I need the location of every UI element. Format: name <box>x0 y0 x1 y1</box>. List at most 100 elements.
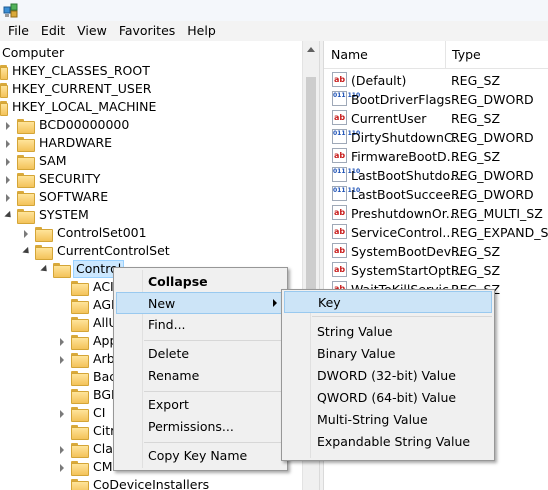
expand-icon[interactable] <box>58 409 67 418</box>
menu-view[interactable]: View <box>71 21 113 41</box>
value-type: REG_DWORD <box>451 92 534 107</box>
submenu-item-key[interactable]: Key <box>284 291 492 313</box>
menu-item-collapse[interactable]: Collapse <box>116 271 285 293</box>
tree-node-hkcu[interactable]: HKEY_CURRENT_USER <box>0 80 153 98</box>
value-row[interactable]: ab PreshutdownOr... REG_MULTI_SZ <box>324 204 548 223</box>
value-row[interactable]: ab CurrentUser REG_SZ <box>324 109 548 128</box>
value-row[interactable]: 011 110 BootDriverFlags REG_DWORD <box>324 90 548 109</box>
tree-node-child[interactable]: CI <box>58 404 107 422</box>
expand-icon[interactable] <box>4 157 13 166</box>
menu-item-rename[interactable]: Rename <box>116 365 285 387</box>
column-header-type[interactable]: Type <box>445 41 481 69</box>
tree-node-label: HKEY_CLASSES_ROOT <box>12 63 150 78</box>
menu-item-new[interactable]: New <box>116 292 285 314</box>
menu-item-delete[interactable]: Delete <box>116 343 285 365</box>
scroll-up-arrow-icon[interactable] <box>307 47 315 52</box>
tree-node-hkcr[interactable]: HKEY_CLASSES_ROOT <box>0 62 152 80</box>
menu-separator <box>144 340 285 341</box>
tree-node-child[interactable]: App <box>58 332 119 350</box>
tree-node-currentcontrolset[interactable]: CurrentControlSet <box>22 242 172 260</box>
folder-icon <box>71 442 89 458</box>
folder-icon <box>71 460 89 476</box>
expand-icon[interactable] <box>4 193 13 202</box>
folder-icon <box>71 406 89 422</box>
menu-item-find[interactable]: Find... <box>116 314 285 336</box>
menu-separator <box>144 391 285 392</box>
value-row[interactable]: ab SystemStartOpti... REG_SZ <box>324 261 548 280</box>
tree-node-child[interactable]: Arb <box>58 350 117 368</box>
expand-icon[interactable] <box>58 445 67 454</box>
expand-icon[interactable] <box>4 121 13 130</box>
submenu-item-string-value[interactable]: String Value <box>284 321 492 343</box>
string-value-icon: ab <box>332 243 347 258</box>
folder-icon <box>17 208 35 224</box>
tree-node-hklm[interactable]: HKEY_LOCAL_MACHINE <box>0 98 158 116</box>
new-submenu: Key String Value Binary Value DWORD (32-… <box>281 289 495 461</box>
submenu-item-binary-value[interactable]: Binary Value <box>284 343 492 365</box>
binary-value-icon: 011 110 <box>332 167 360 182</box>
tree-node-child[interactable]: CM <box>58 458 115 476</box>
collapse-icon[interactable] <box>4 211 13 220</box>
column-header-name[interactable]: Name <box>324 41 368 69</box>
tree-node-system[interactable]: SYSTEM <box>4 206 91 224</box>
binary-value-icon: 011 110 <box>332 91 360 106</box>
collapse-icon[interactable] <box>22 247 31 256</box>
menu-item-export[interactable]: Export <box>116 394 285 416</box>
menu-item-copy-key-name[interactable]: Copy Key Name <box>116 445 285 467</box>
tree-node-child[interactable]: AllU <box>58 314 120 332</box>
submenu-item-multi-string-value[interactable]: Multi-String Value <box>284 409 492 431</box>
tree-node-control[interactable]: Control <box>40 260 125 278</box>
submenu-item-expandable-string-value[interactable]: Expandable String Value <box>284 431 492 453</box>
tree-node-label: CurrentControlSet <box>57 243 170 258</box>
tree-node-child[interactable]: Cla <box>58 440 115 458</box>
expand-icon[interactable] <box>22 229 31 238</box>
folder-icon <box>71 280 89 296</box>
value-row[interactable]: 011 110 LastBootShutdo... REG_DWORD <box>324 166 548 185</box>
value-row[interactable]: 011 110 LastBootSuccee... REG_DWORD <box>324 185 548 204</box>
menu-file[interactable]: File <box>2 21 35 41</box>
tree-node-child[interactable]: AGI <box>58 296 117 314</box>
tree-node-bcd[interactable]: BCD00000000 <box>4 116 131 134</box>
value-row[interactable]: ab SystemBootDevi... REG_SZ <box>324 242 548 261</box>
menu-item-permissions[interactable]: Permissions... <box>116 416 285 438</box>
folder-icon <box>0 100 8 116</box>
tree-node-controlset001[interactable]: ControlSet001 <box>22 224 149 242</box>
tree-node-child[interactable]: Citr <box>58 422 117 440</box>
value-row[interactable]: ab FirmwareBootD... REG_SZ <box>324 147 548 166</box>
tree-root-label: Computer <box>2 45 65 60</box>
value-row[interactable]: ab (Default) REG_SZ <box>324 71 548 90</box>
menu-edit[interactable]: Edit <box>35 21 71 41</box>
menu-favorites[interactable]: Favorites <box>113 21 181 41</box>
value-row[interactable]: ab ServiceControl... REG_EXPAND_SZ <box>324 223 548 242</box>
expand-icon[interactable] <box>58 355 67 364</box>
expand-icon[interactable] <box>58 337 67 346</box>
submenu-item-qword-value[interactable]: QWORD (64-bit) Value <box>284 387 492 409</box>
string-value-icon: ab <box>332 205 347 220</box>
string-value-icon: ab <box>332 148 347 163</box>
tree-node-child[interactable]: CoDeviceInstallers <box>58 476 211 490</box>
tree-node-software[interactable]: SOFTWARE <box>4 188 110 206</box>
tree-node-child[interactable]: BGF <box>58 386 120 404</box>
tree-node-security[interactable]: SECURITY <box>4 170 102 188</box>
tree-node-sam[interactable]: SAM <box>4 152 69 170</box>
tree-node-child[interactable]: ACI <box>58 278 116 296</box>
expand-icon[interactable] <box>4 175 13 184</box>
tree-node-hardware[interactable]: HARDWARE <box>4 134 114 152</box>
value-type: REG_MULTI_SZ <box>451 206 543 221</box>
submenu-item-dword-value[interactable]: DWORD (32-bit) Value <box>284 365 492 387</box>
tree-node-label: ControlSet001 <box>57 225 147 240</box>
expand-icon[interactable] <box>4 139 13 148</box>
value-type: REG_EXPAND_SZ <box>451 225 548 240</box>
expand-icon[interactable] <box>58 463 67 472</box>
menu-help[interactable]: Help <box>181 21 222 41</box>
value-type: REG_SZ <box>451 149 501 164</box>
collapse-icon[interactable] <box>40 265 49 274</box>
value-row[interactable]: 011 110 DirtyShutdownC... REG_DWORD <box>324 128 548 147</box>
tree-node-child[interactable]: Bac <box>58 368 118 386</box>
folder-icon <box>71 370 89 386</box>
tree-node-label: HKEY_LOCAL_MACHINE <box>12 99 157 114</box>
tree-root-computer[interactable]: Computer <box>0 44 66 62</box>
value-type: REG_DWORD <box>451 168 534 183</box>
